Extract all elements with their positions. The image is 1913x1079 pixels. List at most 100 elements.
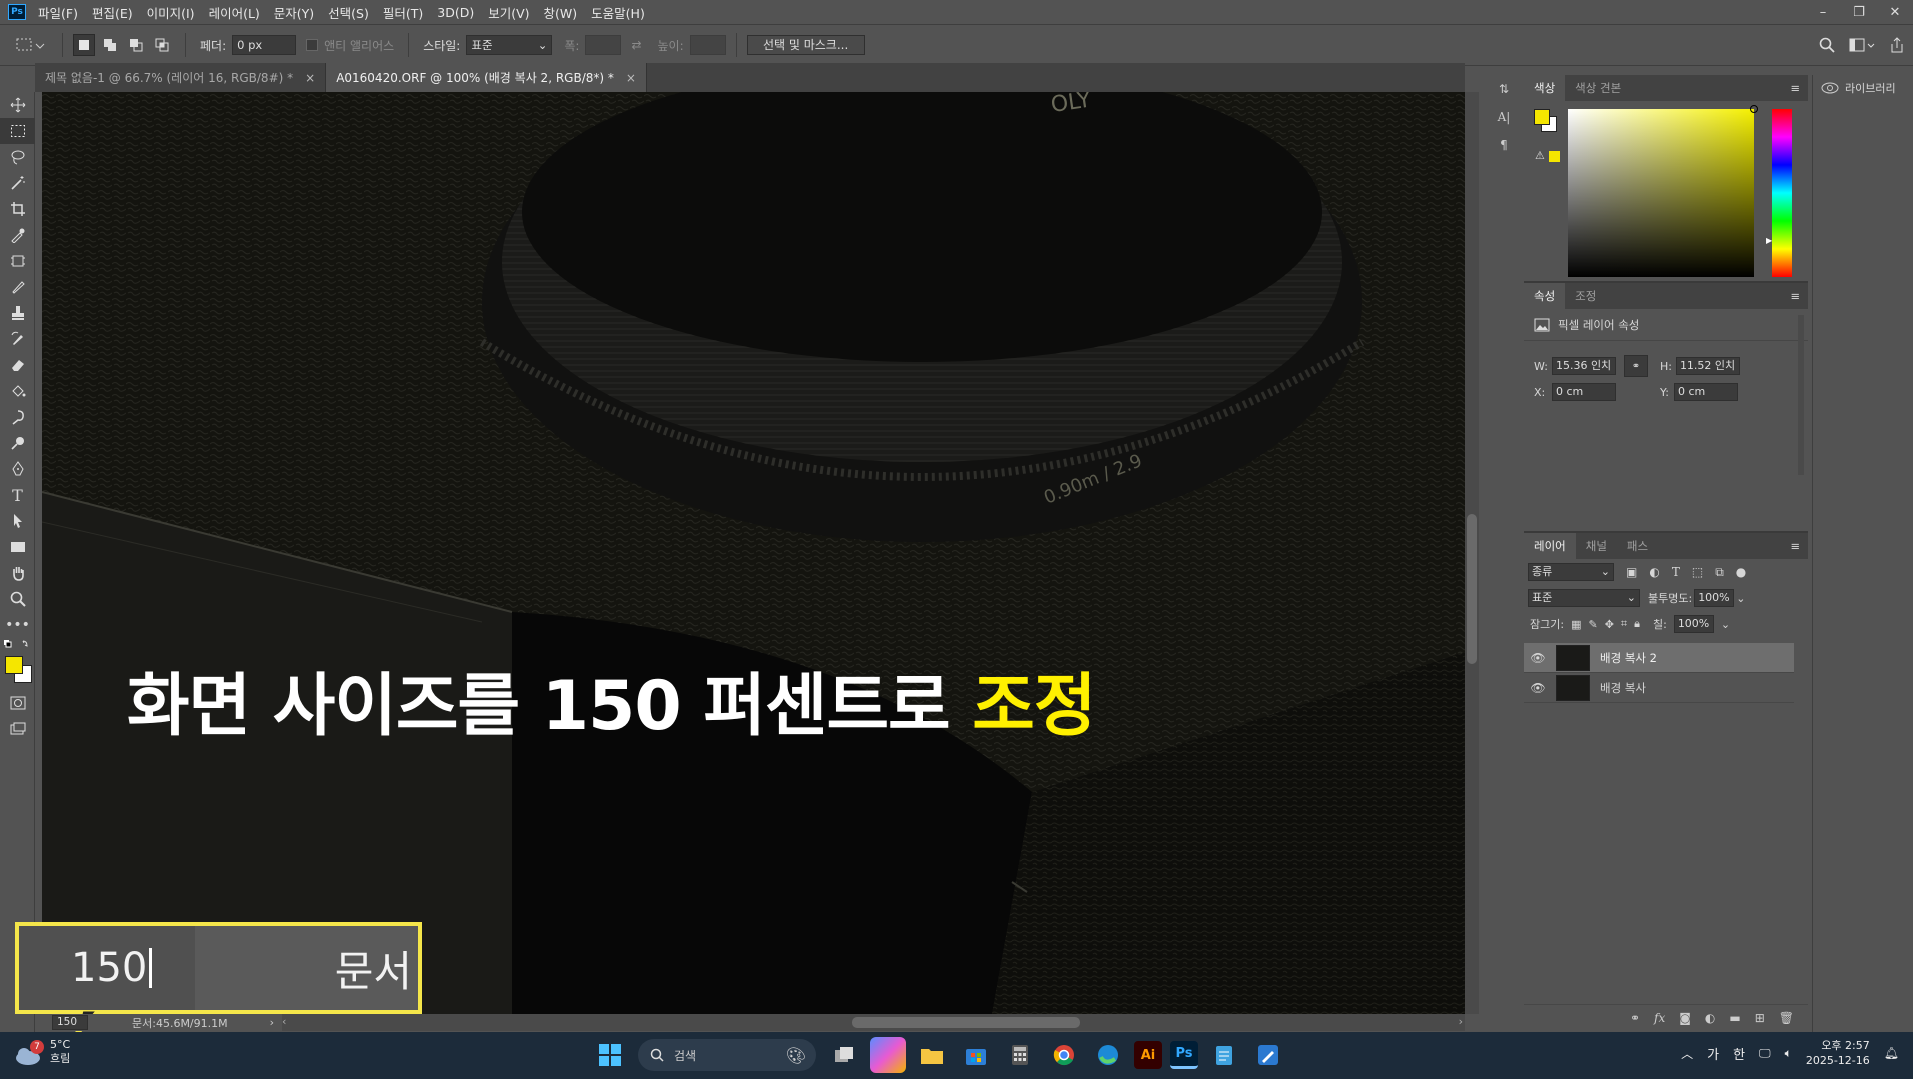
feather-input[interactable]: 0 px bbox=[232, 35, 297, 55]
copilot-button[interactable] bbox=[870, 1037, 906, 1073]
notepad-button[interactable] bbox=[1206, 1037, 1242, 1073]
tab-channels[interactable]: 채널 bbox=[1576, 533, 1617, 559]
filter-type-icon[interactable]: T bbox=[1672, 565, 1680, 579]
horizontal-scroll-thumb[interactable] bbox=[852, 1017, 1080, 1028]
tab-color[interactable]: 색상 bbox=[1524, 75, 1566, 101]
character-panel-icon[interactable]: A| bbox=[1489, 103, 1519, 131]
layer-name[interactable]: 배경 복사 bbox=[1600, 680, 1646, 696]
filter-pixel-icon[interactable]: ▣ bbox=[1626, 565, 1637, 579]
stamp-tool[interactable] bbox=[0, 300, 35, 326]
close-icon[interactable]: × bbox=[305, 71, 315, 85]
clock[interactable]: 오후 2:57 2025-12-16 bbox=[1806, 1038, 1870, 1068]
store-button[interactable] bbox=[958, 1037, 994, 1073]
panel-menu-icon[interactable]: ≡ bbox=[1790, 81, 1800, 95]
ime-language[interactable]: 가 bbox=[1707, 1044, 1719, 1063]
paint-app-button[interactable] bbox=[1250, 1037, 1286, 1073]
path-selection-tool[interactable] bbox=[0, 508, 35, 534]
menu-filter[interactable]: 필터(T) bbox=[383, 3, 423, 22]
network-icon[interactable]: 🖵︎ bbox=[1759, 1046, 1771, 1061]
width-field[interactable]: 15.36 인치 bbox=[1551, 357, 1616, 375]
fx-icon[interactable]: fx bbox=[1654, 1011, 1665, 1025]
lock-transparent-icon[interactable]: ▦ bbox=[1571, 618, 1581, 631]
menu-window[interactable]: 창(W) bbox=[544, 3, 578, 22]
menu-help[interactable]: 도움말(H) bbox=[591, 3, 645, 22]
magic-wand-tool[interactable] bbox=[0, 170, 35, 196]
frame-tool[interactable] bbox=[0, 248, 35, 274]
hue-slider[interactable] bbox=[1772, 109, 1792, 277]
menu-layer[interactable]: 레이어(L) bbox=[209, 3, 260, 22]
close-button[interactable]: ✕ bbox=[1877, 0, 1913, 24]
paint-bucket-tool[interactable] bbox=[0, 378, 35, 404]
libraries-tab[interactable]: 라이브러리 bbox=[1813, 75, 1913, 101]
paragraph-panel-icon[interactable]: ¶ bbox=[1489, 131, 1519, 159]
illustrator-button[interactable]: Ai bbox=[1134, 1041, 1162, 1069]
hand-tool[interactable] bbox=[0, 560, 35, 586]
taskbar-search[interactable]: 검색 🎨︎ bbox=[638, 1039, 816, 1071]
chrome-button[interactable] bbox=[1046, 1037, 1082, 1073]
menu-select[interactable]: 선택(S) bbox=[328, 3, 369, 22]
lock-paint-icon[interactable]: ✎ bbox=[1588, 618, 1597, 631]
fill-input[interactable]: 100% bbox=[1673, 615, 1714, 633]
chevron-down-icon[interactable]: ⌄ bbox=[1736, 592, 1745, 605]
link-dimensions-button[interactable]: ⚭ bbox=[1623, 355, 1648, 377]
tab-swatches[interactable]: 색상 견본 bbox=[1565, 75, 1631, 101]
weather-widget[interactable]: 7 5°C 흐림 bbox=[14, 1038, 70, 1066]
blend-mode-select[interactable]: 표준 ⌄ bbox=[1528, 589, 1640, 607]
subtract-selection-button[interactable] bbox=[125, 34, 147, 56]
marquee-tool[interactable] bbox=[0, 118, 35, 144]
chevron-down-icon[interactable]: ⌄ bbox=[1721, 618, 1730, 631]
tray-overflow-icon[interactable]: ︿ bbox=[1681, 1045, 1693, 1062]
history-brush-tool[interactable] bbox=[0, 326, 35, 352]
antialias-checkbox[interactable] bbox=[306, 39, 319, 51]
x-field[interactable]: 0 cm bbox=[1552, 383, 1616, 401]
color-picker-handle[interactable] bbox=[1750, 105, 1758, 113]
document-canvas[interactable]: OLY 0.90m / 2.9 화면 사이즈를 150 퍼센트로 조정 bbox=[42, 92, 1465, 1014]
scroll-left-icon[interactable]: ‹ bbox=[282, 1015, 286, 1028]
calculator-button[interactable] bbox=[1002, 1037, 1038, 1073]
vertical-scroll-thumb[interactable] bbox=[1467, 514, 1477, 664]
tab-paths[interactable]: 패스 bbox=[1617, 533, 1658, 559]
file-explorer-button[interactable] bbox=[914, 1037, 950, 1073]
adjustment-layer-icon[interactable]: ◐ bbox=[1705, 1011, 1715, 1025]
menu-type[interactable]: 문자(Y) bbox=[274, 3, 314, 22]
menu-edit[interactable]: 편집(E) bbox=[92, 3, 133, 22]
zoom-level-input[interactable]: 150 bbox=[52, 1015, 88, 1030]
gamut-warning-icon[interactable]: ⚠ bbox=[1535, 149, 1545, 162]
workspace-icon[interactable] bbox=[1849, 37, 1875, 53]
restore-button[interactable]: ❐ bbox=[1841, 0, 1877, 24]
opacity-input[interactable]: 100% bbox=[1694, 589, 1735, 607]
properties-scrollbar[interactable] bbox=[1798, 315, 1804, 475]
minimize-button[interactable]: – bbox=[1805, 0, 1841, 24]
search-icon[interactable] bbox=[1819, 37, 1835, 53]
close-icon[interactable]: × bbox=[626, 71, 636, 85]
screen-mode-button[interactable] bbox=[0, 716, 35, 742]
vertical-scrollbar[interactable] bbox=[1465, 92, 1479, 1014]
panel-menu-icon[interactable]: ≡ bbox=[1790, 539, 1800, 553]
add-selection-button[interactable] bbox=[99, 34, 121, 56]
new-layer-icon[interactable]: ⊞ bbox=[1755, 1011, 1765, 1025]
visibility-eye-icon[interactable]: 👁︎ bbox=[1524, 651, 1552, 665]
y-field[interactable]: 0 cm bbox=[1674, 383, 1738, 401]
lock-position-icon[interactable]: ✥ bbox=[1605, 618, 1614, 631]
pen-tool[interactable] bbox=[0, 456, 35, 482]
color-fg-swatch[interactable] bbox=[1534, 109, 1550, 125]
width-input[interactable] bbox=[585, 35, 622, 55]
rectangle-tool[interactable] bbox=[0, 534, 35, 560]
layer-filter-select[interactable]: 종류 ⌄ bbox=[1528, 563, 1614, 581]
quick-mask-button[interactable] bbox=[0, 690, 35, 716]
move-tool[interactable] bbox=[0, 92, 35, 118]
tab-adjustments[interactable]: 조정 bbox=[1565, 283, 1606, 309]
swap-icon[interactable]: ⇄ bbox=[631, 38, 641, 52]
lock-all-icon[interactable]: 🔒︎ bbox=[1634, 617, 1640, 631]
hue-slider-handle-icon[interactable]: ▶ bbox=[1766, 236, 1772, 245]
filter-smart-object-icon[interactable]: ⧉ bbox=[1715, 565, 1724, 580]
edge-button[interactable] bbox=[1090, 1037, 1126, 1073]
visibility-eye-icon[interactable]: 👁︎ bbox=[1524, 681, 1552, 695]
menu-file[interactable]: 파일(F) bbox=[38, 3, 78, 22]
crop-tool[interactable] bbox=[0, 196, 35, 222]
new-group-icon[interactable]: ▬ bbox=[1729, 1011, 1740, 1025]
panel-menu-icon[interactable]: ≡ bbox=[1790, 289, 1800, 303]
marquee-preset-picker[interactable] bbox=[8, 33, 52, 57]
scroll-right-icon[interactable]: › bbox=[1459, 1015, 1463, 1028]
dodge-tool[interactable] bbox=[0, 430, 35, 456]
